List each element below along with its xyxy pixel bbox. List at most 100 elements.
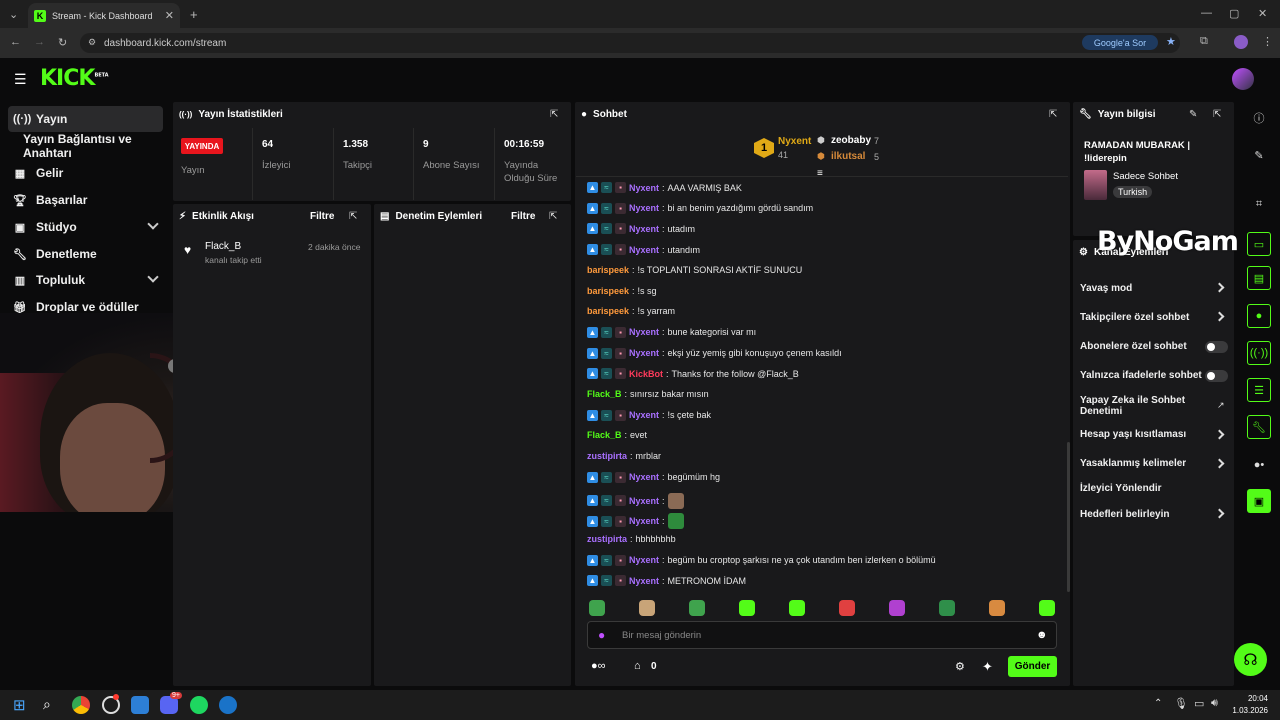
chat-username[interactable]: Nyxent <box>629 327 659 337</box>
windows-start-icon[interactable]: ⊞ <box>13 696 26 714</box>
chat-username[interactable]: Nyxent <box>629 576 659 586</box>
chat-message[interactable]: barispeek: !s TOPLANTI SONRASI AKTİF SUNU… <box>587 265 802 275</box>
clock-date[interactable]: 1.03.2026 <box>1226 706 1268 715</box>
chat-username[interactable]: Nyxent <box>629 555 659 565</box>
sidebar-item-gelir[interactable]: ▦ Gelir <box>8 160 163 186</box>
chat-message[interactable]: ▲ ≈ ▪ Nyxent: bi an benim yazdığımı gördü sa… <box>587 202 813 214</box>
emote-icon[interactable] <box>739 600 755 616</box>
subscribers-only-toggle[interactable] <box>1205 341 1228 353</box>
emotes-only-toggle[interactable] <box>1205 370 1228 382</box>
chat-username[interactable]: zustipirta <box>587 534 627 544</box>
extensions-icon[interactable]: ⧉ <box>1200 35 1208 48</box>
browser-tab[interactable]: K Stream - Kick Dashboard ✕ <box>28 3 180 28</box>
moderation-list-icon[interactable]: ☰ <box>1247 378 1271 402</box>
chat-bot-icon[interactable]: ✦ <box>982 659 993 675</box>
layout-icon[interactable]: ▭ <box>1247 232 1271 256</box>
microphone-tray-icon[interactable]: 🎙︎ <box>1174 697 1188 710</box>
chat-message[interactable]: ▲ ≈ ▪ Nyxent: utadım <box>587 223 695 235</box>
chat-message[interactable]: ▲ ≈ ▪ Nyxent: !s çete bak <box>587 409 711 421</box>
google-ask-button[interactable]: Google'a Sor <box>1082 35 1158 50</box>
chat-bubble-icon[interactable]: ● <box>1247 304 1271 328</box>
emote-icon[interactable] <box>989 600 1005 616</box>
emote-icon[interactable] <box>589 600 605 616</box>
app-plugin-icon[interactable]: ▣ <box>1247 489 1271 513</box>
emote-icon[interactable] <box>1039 600 1055 616</box>
emote-icon[interactable] <box>939 600 955 616</box>
document-icon[interactable]: ▤ <box>1247 266 1271 290</box>
chat-username[interactable]: Flack_B <box>587 430 622 440</box>
broadcast-icon[interactable]: ((·)) <box>1247 341 1271 365</box>
forward-icon[interactable]: → <box>34 36 45 48</box>
support-headset-icon[interactable]: ☊ <box>1234 643 1267 676</box>
chat-username[interactable]: Nyxent <box>629 496 659 506</box>
user-avatar[interactable] <box>1232 68 1254 90</box>
chat-message[interactable]: Flack_B: sınırsız bakar mısın <box>587 389 709 399</box>
activity-user[interactable]: Flack_B <box>205 241 241 252</box>
emote-icon[interactable] <box>889 600 905 616</box>
tray-overflow-icon[interactable]: ⌃ <box>1154 698 1162 709</box>
profile-icon[interactable] <box>1234 35 1248 49</box>
close-window-icon[interactable]: ✕ <box>1258 7 1267 20</box>
ai-moderation-action[interactable]: Yapay Zeka ile Sohbet Denetimi <box>1080 395 1190 417</box>
chat-message-input[interactable]: Bir mesaj gönderin <box>587 621 1057 649</box>
chat-message[interactable]: ▲ ≈ ▪ Nyxent: ekşi yüz yemiş gibi konuşuyo ç… <box>587 347 842 359</box>
chat-message[interactable]: ▲ ≈ ▪ Nyxent: <box>587 513 687 530</box>
chat-message[interactable]: zustipirta: hbhbhbhb <box>587 534 676 544</box>
expand-icon[interactable]: ⇱ <box>1049 109 1057 120</box>
banned-words-action[interactable]: Yasaklanmış kelimeler <box>1080 458 1186 469</box>
reload-icon[interactable]: ↻ <box>58 36 67 49</box>
expand-icon[interactable]: ⇱ <box>349 211 357 222</box>
sidebar-item-topluluk[interactable]: ▥ Topluluk <box>8 267 163 293</box>
bookmark-star-icon[interactable]: ★ <box>1166 35 1176 48</box>
emote-icon[interactable] <box>839 600 855 616</box>
send-button[interactable]: Gönder <box>1008 656 1057 677</box>
chat-scrollbar[interactable] <box>1067 442 1070 592</box>
minimize-icon[interactable]: — <box>1201 7 1212 19</box>
chrome-taskbar-icon[interactable] <box>72 696 90 714</box>
set-goals-action[interactable]: Hedefleri belirleyin <box>1080 509 1169 520</box>
back-icon[interactable]: ← <box>10 36 21 48</box>
wrench-icon[interactable]: 🔧︎ <box>1247 415 1271 439</box>
maximize-icon[interactable]: ▢ <box>1229 7 1239 20</box>
chat-message[interactable]: ▲ ≈ ▪ Nyxent: begümüm hg <box>587 471 720 483</box>
chat-settings-icon[interactable]: ⚙ <box>955 660 965 673</box>
chat-message[interactable]: ▲ ≈ ▪ Nyxent: AAA VARMIŞ BAK <box>587 182 742 193</box>
chat-username[interactable]: Nyxent <box>629 245 659 255</box>
expand-icon[interactable]: ⇱ <box>550 109 558 120</box>
sidebar-item-basarilar[interactable]: 🏆︎ Başarılar <box>8 187 163 213</box>
category-name[interactable]: Sadece Sohbet <box>1113 171 1178 182</box>
spotify-taskbar-icon[interactable] <box>190 696 208 714</box>
sidebar-item-yayin[interactable]: ((·)) Yayın <box>8 106 163 132</box>
chat-message[interactable]: ▲ ≈ ▪ Nyxent: bune kategorisi var mı <box>587 326 756 338</box>
sidebar-item-studyo[interactable]: ▣ Stüdyo <box>8 214 163 240</box>
chat-username[interactable]: Nyxent <box>629 183 659 193</box>
volume-icon[interactable]: 🔊︎ <box>1211 697 1218 710</box>
kick-logo[interactable]: KICKBETA <box>40 66 109 91</box>
moderation-filter-button[interactable]: Filtre <box>511 211 535 222</box>
expand-icon[interactable]: ⇱ <box>549 211 557 222</box>
chat-message[interactable]: zustipirta: mrblar <box>587 451 661 461</box>
chat-username[interactable]: barispeek <box>587 306 629 316</box>
info-icon[interactable]: ⓘ <box>1247 106 1271 130</box>
chat-message-list[interactable]: ▲ ≈ ▪ Nyxent: AAA VARMIŞ BAK ▲ ≈ ▪ Nyxent: bi an … <box>576 176 1068 592</box>
expand-icon[interactable]: ⇱ <box>1213 109 1221 120</box>
microphone-icon[interactable]: ● <box>598 628 605 642</box>
chat-username[interactable]: zustipirta <box>587 451 627 461</box>
close-tab-icon[interactable]: ✕ <box>165 9 174 22</box>
chat-username[interactable]: Nyxent <box>629 203 659 213</box>
emoji-icon[interactable]: ☻ <box>1036 629 1048 641</box>
site-settings-icon[interactable]: ⚙ <box>88 37 96 48</box>
chat-username[interactable]: Nyxent <box>629 224 659 234</box>
slow-mode-action[interactable]: Yavaş mod <box>1080 283 1132 294</box>
category-thumbnail[interactable] <box>1084 170 1107 200</box>
emote-icon[interactable] <box>789 600 805 616</box>
leader-name-3[interactable]: ilkutsal <box>831 151 865 162</box>
leader-name-1[interactable]: Nyxent <box>778 136 811 147</box>
edit-icon[interactable]: ✎ <box>1247 143 1271 167</box>
url-input[interactable]: dashboard.kick.com/stream <box>80 33 1180 53</box>
kick-points-icon[interactable]: ●• <box>1247 453 1271 477</box>
chat-username[interactable]: Flack_B <box>587 389 622 399</box>
browser-menu-icon[interactable]: ⋮ <box>1262 35 1273 48</box>
network-icon[interactable]: ▭ <box>1194 697 1204 710</box>
chat-message[interactable]: ▲ ≈ ▪ Nyxent: <box>587 492 687 509</box>
